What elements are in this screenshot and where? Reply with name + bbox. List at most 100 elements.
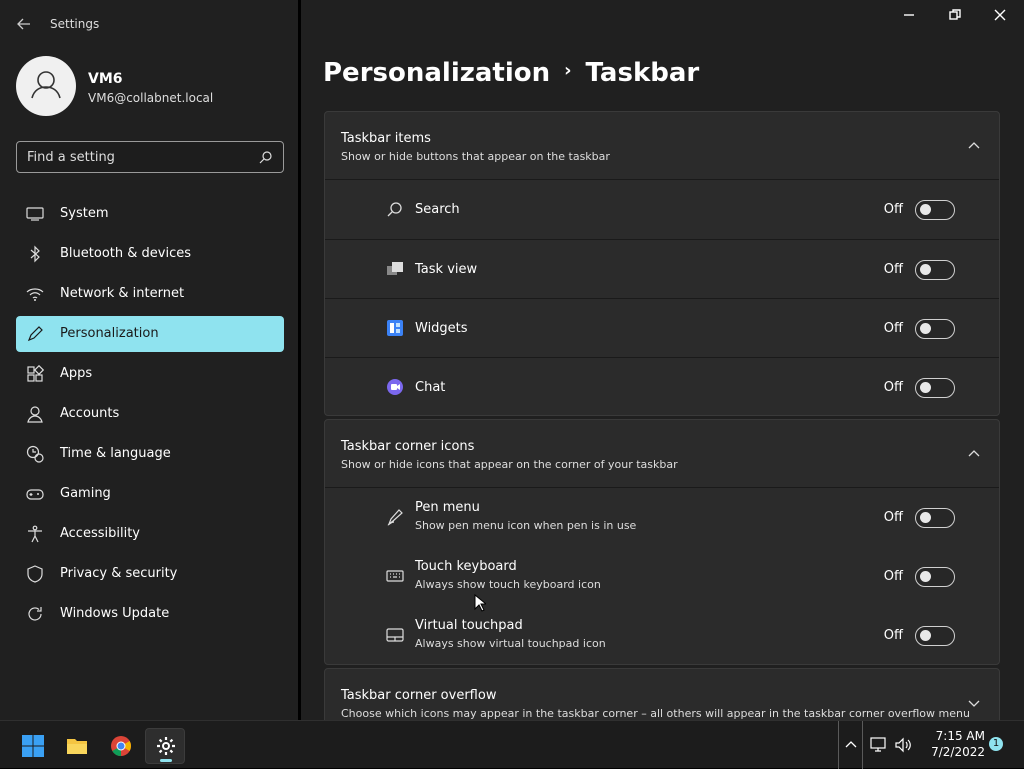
avatar	[16, 56, 76, 116]
back-arrow-icon[interactable]	[14, 14, 34, 34]
toggle-state: Off	[883, 202, 903, 217]
pen-menu-toggle[interactable]	[915, 508, 955, 528]
toggle-state: Off	[883, 262, 903, 277]
clock-date: 7/2/2022	[931, 745, 985, 759]
task-view-icon	[387, 262, 403, 275]
windows-logo-icon	[22, 735, 44, 757]
widgets-icon	[387, 320, 403, 336]
restore-button[interactable]	[940, 6, 970, 28]
breadcrumb-parent[interactable]: Personalization	[323, 58, 550, 88]
folder-icon	[67, 739, 87, 754]
chevron-up-icon[interactable]	[967, 447, 981, 461]
chevron-up-icon[interactable]	[967, 139, 981, 153]
sidebar-item-accounts[interactable]: Accounts	[16, 396, 284, 432]
user-profile[interactable]: VM6 VM6@collabnet.local	[16, 56, 286, 118]
chrome-icon	[111, 736, 132, 757]
setting-row-task-view: Task view Off	[325, 239, 999, 298]
keyboard-icon	[386, 570, 404, 582]
setting-label: Touch keyboard	[415, 559, 517, 574]
setting-row-pen-menu: Pen menu Show pen menu icon when pen is …	[325, 488, 999, 547]
sidebar-item-accessibility[interactable]: Accessibility	[16, 516, 284, 552]
main-content: Personalization › Taskbar Taskbar items Sh…	[301, 0, 1024, 720]
notification-badge[interactable]: 1	[989, 737, 1003, 751]
section-subtitle: Show or hide buttons that appear on the …	[341, 150, 610, 163]
taskbar-corner-icons-header[interactable]: Taskbar corner icons Show or hide icons …	[325, 420, 999, 488]
taskbar-items-header[interactable]: Taskbar items Show or hide buttons that …	[325, 112, 999, 180]
monitor-icon	[26, 207, 44, 221]
chrome-button[interactable]	[100, 728, 140, 764]
sidebar-item-label: Accessibility	[60, 526, 140, 541]
taskbar: 7:15 AM 7/2/2022 1	[0, 720, 1024, 769]
sidebar: Settings VM6 VM6@collabnet.local Find a …	[0, 0, 298, 720]
pen-menu-icon	[387, 509, 403, 526]
sidebar-item-label: Bluetooth & devices	[60, 246, 191, 261]
setting-label: Search	[415, 202, 460, 217]
restore-icon	[949, 9, 961, 20]
chat-toggle[interactable]	[915, 378, 955, 398]
pen-icon	[27, 326, 43, 342]
clock[interactable]: 7:15 AM 7/2/2022	[915, 728, 985, 760]
touchpad-icon	[386, 628, 404, 642]
volume-icon[interactable]	[894, 736, 912, 754]
search-input[interactable]: Find a setting	[16, 141, 284, 173]
breadcrumb: Personalization › Taskbar	[323, 58, 699, 88]
shield-icon	[27, 565, 43, 583]
gamepad-icon	[26, 489, 44, 500]
setting-label: Chat	[415, 380, 446, 395]
sidebar-item-system[interactable]: System	[16, 196, 284, 232]
sidebar-item-network[interactable]: Network & internet	[16, 276, 284, 312]
person-icon	[27, 406, 43, 423]
update-icon	[28, 607, 42, 621]
chevron-down-icon[interactable]	[967, 696, 981, 710]
setting-label: Task view	[415, 262, 478, 277]
chevron-up-icon	[845, 741, 857, 748]
chat-icon	[387, 379, 403, 395]
user-email: VM6@collabnet.local	[88, 91, 214, 105]
breadcrumb-separator-icon: ›	[564, 60, 572, 81]
setting-label: Pen menu	[415, 500, 480, 515]
sidebar-item-label: Apps	[60, 366, 93, 381]
taskbar-corner-icons-card: Taskbar corner icons Show or hide icons …	[324, 419, 1000, 665]
setting-label: Virtual touchpad	[415, 618, 523, 633]
user-name: VM6	[88, 71, 123, 87]
setting-description: Always show virtual touchpad icon	[415, 637, 606, 650]
sidebar-item-privacy-security[interactable]: Privacy & security	[16, 556, 284, 592]
section-title: Taskbar corner overflow	[341, 688, 497, 703]
app-title: Settings	[50, 17, 100, 31]
toggle-state: Off	[883, 628, 903, 643]
sidebar-item-apps[interactable]: Apps	[16, 356, 284, 392]
settings-window: Settings VM6 VM6@collabnet.local Find a …	[0, 0, 1024, 720]
sidebar-item-time-language[interactable]: Time & language	[16, 436, 284, 472]
minimize-icon	[904, 14, 914, 16]
virtual-touchpad-toggle[interactable]	[915, 626, 955, 646]
sidebar-item-windows-update[interactable]: Windows Update	[16, 596, 284, 632]
minimize-button[interactable]	[894, 6, 924, 28]
mouse-cursor-icon	[474, 594, 486, 612]
show-hidden-icons-button[interactable]	[838, 721, 863, 769]
setting-description: Show pen menu icon when pen is in use	[415, 519, 637, 532]
task-view-toggle[interactable]	[915, 260, 955, 280]
file-explorer-button[interactable]	[56, 728, 96, 764]
taskbar-items-card: Taskbar items Show or hide buttons that …	[324, 111, 1000, 416]
setting-row-touch-keyboard: Touch keyboard Always show touch keyboar…	[325, 547, 999, 606]
network-icon[interactable]	[870, 736, 888, 754]
bluetooth-icon	[30, 245, 40, 263]
setting-row-widgets: Widgets Off	[325, 298, 999, 357]
sidebar-item-gaming[interactable]: Gaming	[16, 476, 284, 512]
sidebar-item-bluetooth[interactable]: Bluetooth & devices	[16, 236, 284, 272]
taskbar-corner-overflow-card[interactable]: Taskbar corner overflow Choose which ico…	[324, 668, 1000, 720]
sidebar-item-personalization[interactable]: Personalization	[16, 316, 284, 352]
search-placeholder: Find a setting	[27, 150, 115, 165]
search-toggle[interactable]	[915, 200, 955, 220]
touch-keyboard-toggle[interactable]	[915, 567, 955, 587]
close-button[interactable]	[985, 6, 1015, 28]
title-bar: Settings	[0, 0, 298, 48]
sidebar-item-label: Privacy & security	[60, 566, 178, 581]
page-title: Taskbar	[585, 58, 700, 88]
widgets-toggle[interactable]	[915, 319, 955, 339]
setting-row-search: Search Off	[325, 180, 999, 239]
section-subtitle: Choose which icons may appear in the tas…	[341, 707, 970, 720]
start-button[interactable]	[12, 728, 52, 764]
toggle-state: Off	[883, 380, 903, 395]
settings-taskbar-button[interactable]	[145, 728, 185, 764]
